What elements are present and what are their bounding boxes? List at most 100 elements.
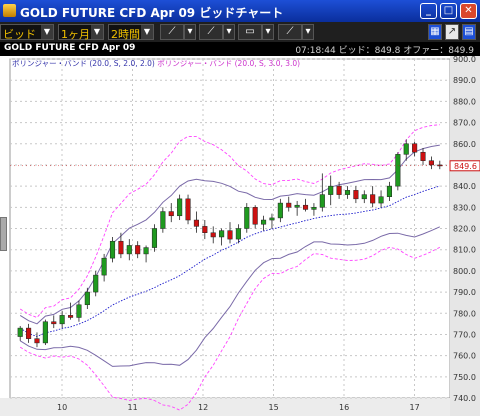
legend-band-3sd: ボリンジャー・バンド (20.0, S, 3.0, 3.0): [157, 59, 301, 68]
chart-type-button[interactable]: ⟋: [278, 24, 302, 40]
candle-down: [67, 315, 74, 318]
candle-down: [193, 219, 199, 227]
candle-up: [143, 247, 149, 255]
maximize-button[interactable]: □: [440, 3, 457, 19]
window-menu-button[interactable]: ▤: [462, 24, 476, 40]
candle-down: [185, 198, 191, 221]
x-axis-panel: [0, 398, 450, 416]
chevron-down-icon: ▾: [187, 26, 193, 37]
scroll-handle[interactable]: [0, 217, 7, 251]
chart-info-bar: GOLD FUTURE CFD Apr 09 07:18:44 ビッド：849.…: [0, 42, 480, 56]
price-info: 07:18:44 ビッド：849.8 オファー：849.9: [295, 46, 474, 56]
toolbar: ビッド ▼ 1ヶ月 ▼ 2時間 ▼ ⟋ ▾ ⟋ ▾ ▭ ▾ ⟋ ▾ ▦ ↗ ▤: [0, 22, 480, 42]
print-menu-button[interactable]: ▾: [262, 24, 274, 40]
chevron-down-icon: ▾: [305, 26, 311, 37]
period-label: 1ヶ月: [61, 28, 90, 41]
chart-settings-icon: ↗: [447, 26, 457, 37]
period-dropdown[interactable]: 1ヶ月 ▼: [58, 24, 104, 41]
chart-type-icon: ⟋: [286, 26, 294, 37]
candle-up: [386, 185, 393, 197]
candle-up: [17, 327, 23, 337]
x-tick-label: 17: [410, 403, 420, 412]
candle-up: [378, 196, 384, 204]
chevron-down-icon: ▾: [265, 26, 271, 37]
candle-up: [277, 202, 283, 219]
line-tools-menu-button[interactable]: ▾: [223, 24, 235, 40]
y-tick-label: 800.0: [453, 267, 476, 276]
minimize-button[interactable]: _: [420, 3, 437, 19]
candle-up: [328, 185, 334, 195]
chevron-down-icon: ▼: [41, 25, 53, 39]
candle-down: [252, 207, 258, 225]
candle-up: [219, 230, 225, 238]
y-tick-label: 820.0: [453, 225, 476, 234]
candle-down: [420, 151, 426, 161]
candle-up: [403, 143, 409, 155]
window-title: GOLD FUTURE CFD Apr 09 ビッドチャート: [20, 6, 284, 20]
chart-title: GOLD FUTURE CFD Apr 09: [4, 43, 136, 53]
candle-down: [202, 226, 208, 233]
print-button[interactable]: ▭: [238, 24, 262, 40]
chart-settings-button[interactable]: ↗: [445, 24, 459, 40]
candle-down: [51, 321, 57, 325]
candle-up: [109, 240, 116, 259]
candle-up: [269, 217, 275, 221]
candle-up: [177, 198, 183, 217]
candle-up: [311, 207, 317, 210]
x-tick-label: 15: [269, 403, 279, 412]
x-tick-label: 11: [128, 403, 138, 412]
y-tick-label: 860.0: [453, 140, 476, 149]
y-tick-label: 760.0: [453, 352, 476, 361]
y-tick-label: 810.0: [453, 246, 476, 255]
legend-band-2sd: ボリンジャー・バンド (20.0, S, 2.0, 2.0): [12, 59, 155, 68]
current-price-label: 849.6: [454, 162, 477, 171]
candle-up: [42, 321, 48, 344]
line-tools-icon: ⟋: [207, 26, 215, 37]
price-type-dropdown[interactable]: ビッド ▼: [0, 24, 54, 41]
candle-up: [344, 190, 351, 195]
candle-down: [135, 245, 141, 255]
candle-down: [286, 202, 292, 208]
chart-area[interactable]: 740.0 750.0 760.0 770.0 780.0 790.0 800.0 810.0…: [0, 56, 480, 416]
candle-up: [93, 274, 99, 293]
title-bar: GOLD FUTURE CFD Apr 09 ビッドチャート _ □ ✕: [0, 0, 480, 22]
y-tick-label: 790.0: [453, 288, 476, 297]
drawing-line-icon: ⟋: [168, 26, 176, 37]
candle-up: [244, 207, 250, 229]
candle-down: [168, 211, 174, 217]
chevron-down-icon: ▼: [91, 25, 103, 39]
y-tick-label: 840.0: [453, 182, 476, 191]
interval-dropdown[interactable]: 2時間 ▼: [108, 24, 154, 41]
candle-up: [101, 257, 107, 276]
drawing-line-button[interactable]: ⟋: [160, 24, 184, 40]
candle-down: [26, 327, 32, 339]
candle-up: [319, 194, 325, 208]
candle-down: [118, 240, 124, 255]
interval-label: 2時間: [111, 28, 140, 41]
close-button[interactable]: ✕: [460, 3, 477, 19]
y-tick-label: 750.0: [453, 373, 476, 382]
indicator-legend: ボリンジャー・バンド (20.0, S, 2.0, 2.0) ボリンジャー・バン…: [12, 58, 300, 69]
y-tick-label: 780.0: [453, 309, 476, 318]
line-tools-button[interactable]: ⟋: [199, 24, 223, 40]
drawing-line-menu-button[interactable]: ▾: [184, 24, 196, 40]
print-icon: ▭: [245, 26, 255, 37]
grid-layout-button[interactable]: ▦: [428, 24, 442, 40]
y-axis-panel: [450, 56, 480, 416]
x-tick-label: 12: [198, 403, 208, 412]
candle-down: [370, 194, 376, 204]
candle-up: [126, 245, 132, 255]
y-tick-label: 900.0: [453, 56, 476, 64]
chart-type-menu-button[interactable]: ▾: [302, 24, 314, 40]
candle-down: [302, 204, 309, 210]
price-type-label: ビッド: [3, 28, 36, 41]
y-tick-label: 830.0: [453, 203, 476, 212]
y-tick-label: 770.0: [453, 330, 476, 339]
y-tick-label: 880.0: [453, 97, 476, 106]
candle-down: [210, 232, 216, 238]
y-tick-label: 890.0: [453, 76, 476, 85]
candle-down: [336, 185, 342, 195]
candle-down: [412, 143, 418, 153]
y-tick-label: 740.0: [453, 394, 476, 403]
window-menu-icon: ▤: [464, 26, 474, 37]
